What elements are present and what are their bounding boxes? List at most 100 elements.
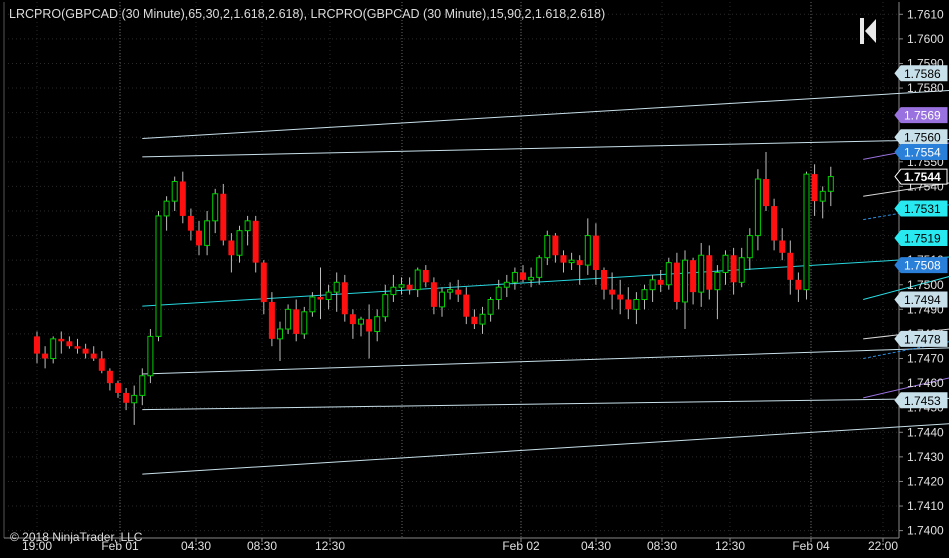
candle-body-down xyxy=(795,279,802,290)
candle xyxy=(277,321,283,361)
candle-body-up xyxy=(479,313,486,325)
candle-body-down xyxy=(706,255,713,290)
candle xyxy=(50,336,57,364)
chart-panel[interactable]: 1.76101.76001.75901.75801.75701.75601.75… xyxy=(0,0,949,553)
candle xyxy=(657,270,664,293)
candle xyxy=(625,287,632,320)
candlestick-chart[interactable]: 1.76101.76001.75901.75801.75701.75601.75… xyxy=(0,0,949,553)
candle-body-down xyxy=(601,270,607,290)
candle xyxy=(358,316,364,337)
candle xyxy=(576,255,583,285)
candle xyxy=(179,171,186,224)
candle-body-up xyxy=(325,291,332,301)
candle xyxy=(633,292,640,325)
candle-body-down xyxy=(430,282,437,307)
candle-body-down xyxy=(90,353,97,359)
channel-long-upper2 xyxy=(142,89,949,139)
candle xyxy=(398,277,405,295)
time-axis[interactable]: 19:00 Feb 01 04:30 08:30 12:30 Feb 02 04:30 08:… xyxy=(22,538,898,553)
candle-body-up xyxy=(698,254,705,293)
candle xyxy=(754,169,761,251)
candle-body-up xyxy=(139,375,146,396)
y-tick-label: 1.7420 xyxy=(907,474,944,488)
candle-body-down xyxy=(592,235,599,270)
candle xyxy=(90,346,97,361)
price-marker-label: 1.7519 xyxy=(904,232,941,246)
candle xyxy=(212,188,219,234)
x-tick-label: 08:30 xyxy=(647,539,677,553)
candle-body-up xyxy=(277,328,283,340)
candle-body-up xyxy=(682,259,688,303)
candle-body-down xyxy=(560,255,567,263)
candle xyxy=(341,274,348,322)
candle xyxy=(746,228,753,270)
candle-body-up xyxy=(131,394,138,404)
candle-body-up xyxy=(503,281,510,288)
candle-body-down xyxy=(341,282,348,315)
candle-body-up xyxy=(309,296,316,313)
candle-body-down xyxy=(811,174,818,202)
candle xyxy=(503,274,510,298)
candle xyxy=(479,306,486,334)
candle-body-down xyxy=(228,240,235,256)
candle xyxy=(665,257,672,290)
candle xyxy=(82,343,89,359)
candle xyxy=(366,304,373,359)
channel-long-lower3 xyxy=(142,423,949,475)
candle-body-up xyxy=(536,257,543,278)
candle-body-down xyxy=(576,260,583,266)
price-marker-label: 1.7508 xyxy=(904,259,941,273)
candle-body-up xyxy=(819,190,826,202)
candle-body-down xyxy=(787,252,794,280)
price-marker: 1.7560 xyxy=(894,129,948,146)
price-marker: 1.7554 xyxy=(894,143,948,160)
candle-body-down xyxy=(552,235,559,256)
y-tick-label: 1.7470 xyxy=(907,352,944,366)
candle xyxy=(106,368,113,391)
candle xyxy=(374,309,381,342)
indicator-label: LRCPRO(GBPCAD (30 Minute),65,30,2,1.618,… xyxy=(9,7,606,21)
candle xyxy=(285,304,292,334)
candle xyxy=(196,220,202,256)
candle-body-up xyxy=(333,281,340,293)
candle xyxy=(147,329,154,384)
candle-body-down xyxy=(268,301,275,339)
candle-body-up xyxy=(447,289,454,293)
x-tick-label: 22:00 xyxy=(868,539,898,553)
grid xyxy=(3,2,900,539)
candle-body-up xyxy=(665,262,672,286)
candle-body-down xyxy=(34,336,40,354)
candle xyxy=(171,176,178,211)
candle xyxy=(690,257,697,305)
candle xyxy=(738,247,745,288)
candle xyxy=(803,171,810,300)
y-tick-label: 1.7460 xyxy=(907,376,944,390)
candle xyxy=(463,287,470,325)
candle-body-down xyxy=(252,220,259,263)
candle-body-down xyxy=(455,289,462,295)
copyright-text: © 2018 NinjaTrader, LLC xyxy=(10,530,143,544)
candle xyxy=(568,252,575,270)
price-marker-label: 1.7494 xyxy=(904,293,941,307)
price-marker: 1.7586 xyxy=(894,65,948,82)
candle xyxy=(163,196,170,231)
candle-body-up xyxy=(746,235,753,259)
candle xyxy=(536,255,543,285)
candle-body-up xyxy=(398,284,405,288)
candle xyxy=(601,267,607,300)
x-tick-label: 12:30 xyxy=(715,539,745,553)
candle xyxy=(584,218,591,275)
candle-body-down xyxy=(730,255,737,283)
candle xyxy=(293,299,300,342)
price-marker: 1.7478 xyxy=(894,330,948,347)
candle xyxy=(544,230,551,266)
ninjatrader-logo-icon xyxy=(860,18,876,44)
candle-body-up xyxy=(147,335,154,377)
candle-body-up xyxy=(171,180,178,202)
candle xyxy=(422,265,429,288)
candle xyxy=(552,233,559,263)
candle-body-down xyxy=(763,179,769,207)
candle-body-up xyxy=(374,316,381,332)
candle-body-up xyxy=(414,269,421,291)
candle xyxy=(317,267,324,320)
